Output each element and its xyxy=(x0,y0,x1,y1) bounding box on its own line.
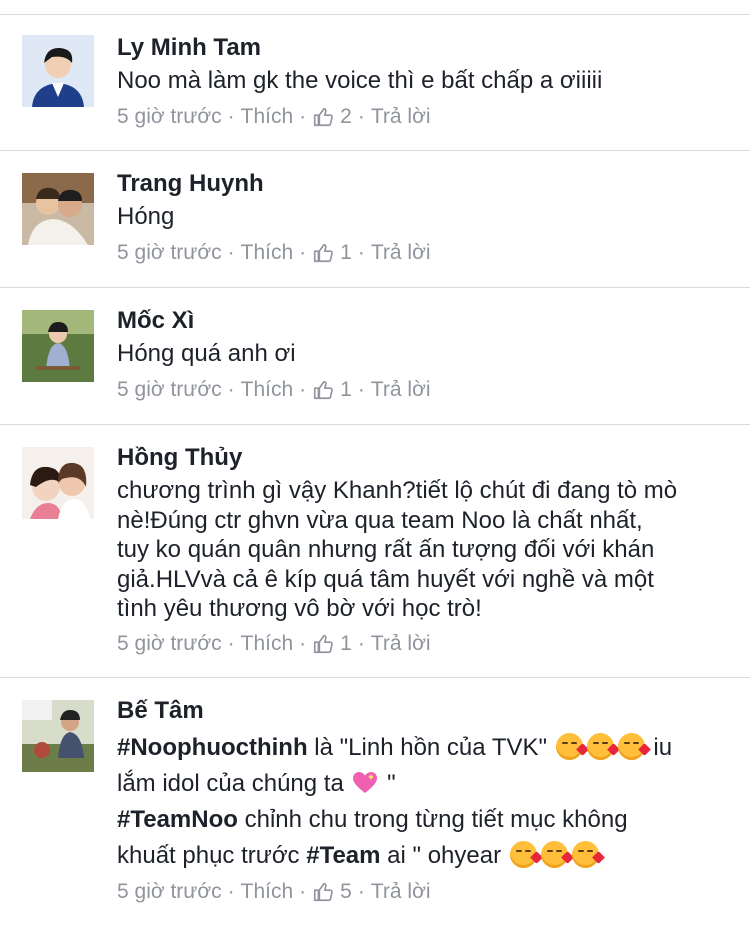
avatar[interactable] xyxy=(22,173,94,245)
comment-text-segment: iu xyxy=(646,734,673,761)
comment-text-line: tuy ko quán quân nhưng rất ấn tượng đối … xyxy=(117,536,655,563)
separator-dot: · xyxy=(357,241,365,264)
like-count[interactable]: 5 xyxy=(340,878,352,906)
face-blowing-kiss-icon xyxy=(555,733,589,760)
comment-time[interactable]: 5 giờ trước xyxy=(117,630,222,658)
separator-dot: · xyxy=(299,378,307,401)
like-button[interactable]: Thích xyxy=(241,630,294,658)
comment-item: Bế Tâm #Noophuocthinh là "Linh hồn của T… xyxy=(0,678,750,929)
like-count[interactable]: 1 xyxy=(340,239,352,267)
comment-text-line: #TeamNoo chỉnh chu trong từng tiết mục k… xyxy=(117,802,736,838)
separator-dot: · xyxy=(299,105,307,128)
separator-dot: · xyxy=(227,631,235,655)
comment-item: Trang Huynh Hóng 5 giờ trước · Thích · 1… xyxy=(0,151,750,288)
like-button[interactable]: Thích xyxy=(241,376,294,404)
face-blowing-kiss-icon xyxy=(586,733,620,760)
comment-text-segment: là "Linh hồn của TVK" xyxy=(307,734,554,761)
comment-text-line: tình yêu thương vô bờ với học trò! xyxy=(117,595,482,622)
separator-dot: · xyxy=(227,880,235,903)
reply-button[interactable]: Trả lời xyxy=(371,630,431,658)
comment-text-line: khuất phục trước #Team ai " ohyear xyxy=(117,838,736,874)
comment-text: #Noophuocthinh là "Linh hồn của TVK" iu … xyxy=(117,730,736,874)
comment-meta: 5 giờ trước · Thích · 1 · Trả lời xyxy=(117,630,736,658)
comment-time[interactable]: 5 giờ trước xyxy=(117,103,222,131)
separator-dot: · xyxy=(227,241,235,264)
avatar[interactable] xyxy=(22,700,94,772)
comment-meta: 5 giờ trước · Thích · 1 · Trả lời xyxy=(117,376,736,404)
thumbs-up-icon xyxy=(312,242,334,264)
comment-meta: 5 giờ trước · Thích · 1 · Trả lời xyxy=(117,239,736,267)
like-count[interactable]: 2 xyxy=(340,103,352,131)
reply-button[interactable]: Trả lời xyxy=(371,376,431,404)
like-button[interactable]: Thích xyxy=(241,103,294,131)
thumbs-up-icon xyxy=(312,881,334,903)
comment-author[interactable]: Mốc Xì xyxy=(117,306,736,336)
separator-dot: · xyxy=(227,378,235,401)
hashtag-link[interactable]: #Noophuocthinh xyxy=(117,734,308,761)
comment-time[interactable]: 5 giờ trước xyxy=(117,878,222,906)
separator-dot: · xyxy=(299,631,307,655)
comment-author[interactable]: Ly Minh Tam xyxy=(117,33,736,63)
separator-dot: · xyxy=(357,880,365,903)
comment-text-segment: ai " ohyear xyxy=(380,842,508,869)
thumbs-up-icon xyxy=(312,633,334,655)
comment-text-segment: khuất phục trước xyxy=(117,842,307,869)
thumbs-up-icon xyxy=(312,379,334,401)
face-blowing-kiss-icon xyxy=(540,841,574,868)
comment-item: Mốc Xì Hóng quá anh ơi 5 giờ trước · Thí… xyxy=(0,288,750,425)
hashtag-link[interactable]: #Team xyxy=(306,842,380,869)
separator-dot: · xyxy=(357,631,365,655)
comment-item: Hồng Thủy chương trình gì vậy Khanh?tiết… xyxy=(0,425,750,678)
comment-meta: 5 giờ trước · Thích · 2 · Trả lời xyxy=(117,103,736,131)
face-blowing-kiss-icon xyxy=(571,841,605,868)
reply-button[interactable]: Trả lời xyxy=(371,878,431,906)
like-count[interactable]: 1 xyxy=(340,376,352,404)
comment-time[interactable]: 5 giờ trước xyxy=(117,376,222,404)
reply-button[interactable]: Trả lời xyxy=(371,239,431,267)
separator-dot: · xyxy=(299,880,307,903)
comment-text-line: #Noophuocthinh là "Linh hồn của TVK" iu xyxy=(117,730,736,766)
like-button[interactable]: Thích xyxy=(241,878,294,906)
hashtag-link[interactable]: #TeamNoo xyxy=(117,806,238,833)
comment-author[interactable]: Trang Huynh xyxy=(117,169,736,199)
comment-text: Hóng quá anh ơi xyxy=(117,340,296,367)
comment-meta: 5 giờ trước · Thích · 5 · Trả lời xyxy=(117,878,736,906)
separator-dot: · xyxy=(357,378,365,401)
separator-dot: · xyxy=(357,105,365,128)
comment-text: Hóng xyxy=(117,203,175,230)
separator-dot: · xyxy=(227,105,235,128)
comment-text-line: chương trình gì vậy Khanh?tiết lộ chút đ… xyxy=(117,477,678,504)
comment-text-segment: lắm idol của chúng ta xyxy=(117,770,351,797)
comment-text-line: giả.HLVvà cả ê kíp quá tâm huyết với ngh… xyxy=(117,565,654,593)
comment-item: Ly Minh Tam Noo mà làm gk the voice thì … xyxy=(0,15,750,151)
avatar[interactable] xyxy=(22,35,94,107)
comment-text-segment: " xyxy=(380,770,396,797)
like-button[interactable]: Thích xyxy=(241,239,294,267)
avatar[interactable] xyxy=(22,310,94,382)
separator-dot: · xyxy=(299,241,307,264)
comment-author[interactable]: Bế Tâm xyxy=(117,696,736,726)
comment-text: chương trình gì vậy Khanh?tiết lộ chút đ… xyxy=(117,476,736,624)
comment-text-segment: chỉnh chu trong từng tiết mục không xyxy=(237,806,628,833)
reply-button[interactable]: Trả lời xyxy=(371,103,431,131)
comment-text-line: lắm idol của chúng ta " xyxy=(117,766,736,802)
comment-time[interactable]: 5 giờ trước xyxy=(117,239,222,267)
thumbs-up-icon xyxy=(312,106,334,128)
comment-author[interactable]: Hồng Thủy xyxy=(117,443,736,473)
face-blowing-kiss-icon xyxy=(617,733,651,760)
comment-text-line: nè!Đúng ctr ghvn vừa qua team Noo là chấ… xyxy=(117,506,643,534)
comment-text: Noo mà làm gk the voice thì e bất chấp a… xyxy=(117,67,603,94)
like-count[interactable]: 1 xyxy=(340,630,352,658)
avatar[interactable] xyxy=(22,447,94,519)
sparkling-heart-icon xyxy=(352,770,378,794)
face-blowing-kiss-icon xyxy=(509,841,543,868)
